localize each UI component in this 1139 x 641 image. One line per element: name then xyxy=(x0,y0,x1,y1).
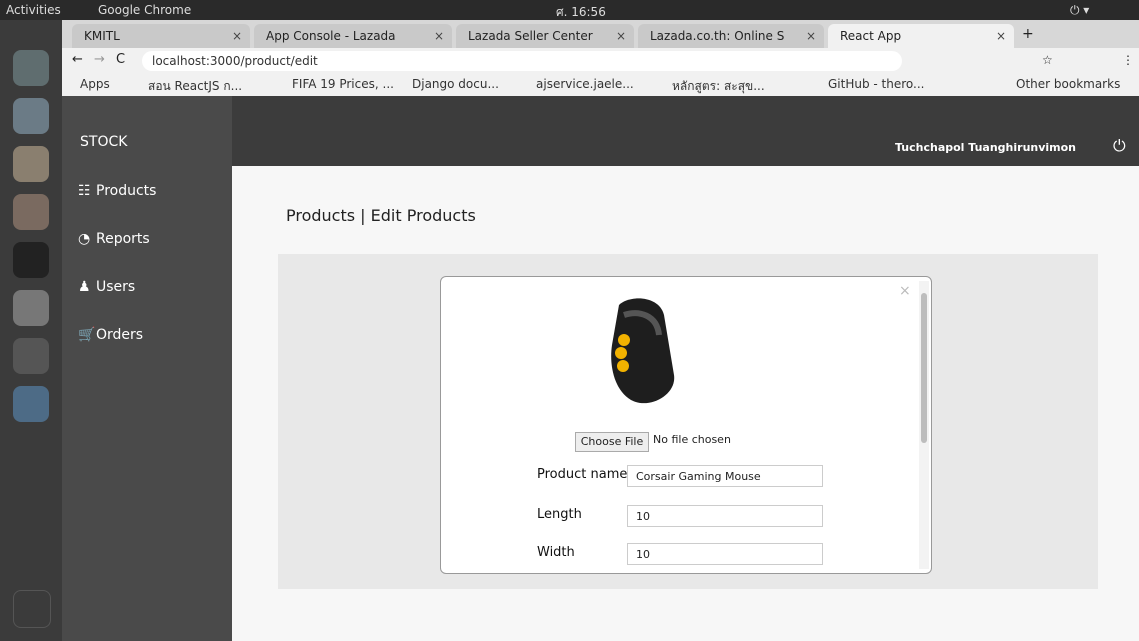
close-icon[interactable]: × xyxy=(616,24,626,48)
menu-icon[interactable]: ⋮ xyxy=(1122,53,1134,67)
pen-tool-icon[interactable] xyxy=(13,290,49,326)
show-applications-icon[interactable] xyxy=(13,590,51,628)
bookmarks-bar: Apps สอน ReactJS ก... FIFA 19 Prices, ..… xyxy=(62,74,1139,97)
product-name-label: Product name xyxy=(537,467,628,482)
brand-title: STOCK xyxy=(80,134,128,150)
browser-app-name[interactable]: Google Chrome xyxy=(98,3,191,17)
tab-lazada[interactable]: Lazada.co.th: Online S × xyxy=(638,24,824,48)
bookmark-django[interactable]: Django docu... xyxy=(412,77,499,91)
bookmark-fifa[interactable]: FIFA 19 Prices, ... xyxy=(292,77,394,91)
file-manager-icon[interactable] xyxy=(13,386,49,422)
activities-label[interactable]: Activities xyxy=(6,3,61,17)
sidebar-item-label: Orders xyxy=(96,327,144,343)
edit-product-modal: × Choose File No file chosen Product nam… xyxy=(440,276,932,574)
url-text: localhost:3000/product/edit xyxy=(152,54,318,68)
page-title: Products | Edit Products xyxy=(286,206,476,225)
sidebar-item-users[interactable]: ♟ Users xyxy=(78,272,135,302)
tab-seller-center[interactable]: Lazada Seller Center × xyxy=(456,24,634,48)
url-input[interactable]: localhost:3000/product/edit xyxy=(142,51,902,71)
bookmark-course[interactable]: หลักสูตร: สะสุข... xyxy=(672,77,765,96)
bookmark-apps[interactable]: Apps xyxy=(80,77,110,91)
tab-kmitl[interactable]: KMITL × xyxy=(72,24,250,48)
cart-icon: 🛒 xyxy=(78,327,96,343)
tab-app-console[interactable]: App Console - Lazada × xyxy=(254,24,452,48)
close-icon[interactable]: × xyxy=(806,24,816,48)
browser-tab-strip: KMITL × App Console - Lazada × Lazada Sell… xyxy=(62,20,1139,48)
close-icon[interactable]: × xyxy=(232,24,242,48)
product-name-value: Corsair Gaming Mouse xyxy=(636,470,761,483)
dock xyxy=(0,20,62,641)
files-icon[interactable] xyxy=(13,98,49,134)
product-image xyxy=(611,298,675,404)
chrome-icon[interactable] xyxy=(13,50,49,86)
bookmark-github[interactable]: GitHub - thero... xyxy=(828,77,924,91)
sidebar-item-label: Reports xyxy=(96,231,150,247)
tab-label: Lazada.co.th: Online S xyxy=(650,29,785,43)
sidebar-item-reports[interactable]: ◔ Reports xyxy=(78,224,150,254)
width-value: 10 xyxy=(636,548,650,561)
reports-icon: ◔ xyxy=(78,231,91,247)
app-header xyxy=(232,96,1139,166)
pycharm-icon[interactable] xyxy=(13,338,49,374)
file-status: No file chosen xyxy=(653,433,731,446)
length-input[interactable]: 10 xyxy=(627,505,823,527)
user-icon: ♟ xyxy=(78,279,91,295)
sidebar-item-label: Products xyxy=(96,183,157,199)
length-label: Length xyxy=(537,507,582,522)
app-sidebar: STOCK ☷ Products ◔ Reports ♟ Users 🛒Orders xyxy=(62,96,232,641)
settings-icon[interactable] xyxy=(13,194,49,230)
bookmark-react[interactable]: สอน ReactJS ก... xyxy=(148,77,242,96)
software-center-icon[interactable] xyxy=(13,146,49,182)
address-bar-row: ← → C localhost:3000/product/edit ☆ ⋮ xyxy=(62,48,1139,74)
user-name[interactable]: Tuchchapol Tuanghirunvimon xyxy=(895,141,1076,154)
system-tray-icons[interactable]: ⏻ ▾ xyxy=(1070,3,1089,18)
tab-label: React App xyxy=(840,29,902,43)
forward-icon[interactable]: → xyxy=(94,52,105,67)
scrollbar-thumb[interactable] xyxy=(921,293,927,443)
tab-label: KMITL xyxy=(84,29,120,43)
choose-file-label: Choose File xyxy=(580,435,644,448)
close-icon[interactable]: × xyxy=(899,283,911,299)
tab-label: Lazada Seller Center xyxy=(468,29,593,43)
terminal-icon[interactable] xyxy=(13,242,49,278)
back-icon[interactable]: ← xyxy=(72,52,83,67)
length-value: 10 xyxy=(636,510,650,523)
close-icon[interactable]: × xyxy=(434,24,444,48)
reload-icon[interactable]: C xyxy=(116,52,125,67)
sidebar-item-products[interactable]: ☷ Products xyxy=(78,176,156,206)
product-name-input[interactable]: Corsair Gaming Mouse xyxy=(627,465,823,487)
width-input[interactable]: 10 xyxy=(627,543,823,565)
new-tab-button[interactable]: + xyxy=(1022,26,1034,42)
system-top-bar: Activities Google Chrome ศ. 16:56 ⏻ ▾ xyxy=(0,0,1139,20)
bookmark-star-icon[interactable]: ☆ xyxy=(1042,53,1053,67)
width-label: Width xyxy=(537,545,575,560)
tab-react-app[interactable]: React App × xyxy=(828,24,1014,48)
products-icon: ☷ xyxy=(78,183,91,199)
choose-file-button[interactable]: Choose File xyxy=(575,432,649,452)
sidebar-item-orders[interactable]: 🛒Orders xyxy=(78,320,143,350)
sidebar-item-label: Users xyxy=(96,279,136,295)
power-icon[interactable]: ⏻ xyxy=(1113,136,1126,156)
tab-label: App Console - Lazada xyxy=(266,29,396,43)
modal-scrollbar[interactable] xyxy=(919,281,929,569)
close-icon[interactable]: × xyxy=(996,24,1006,48)
bookmark-other[interactable]: Other bookmarks xyxy=(1016,77,1120,91)
bookmark-ajservice[interactable]: ajservice.jaele... xyxy=(536,77,634,91)
